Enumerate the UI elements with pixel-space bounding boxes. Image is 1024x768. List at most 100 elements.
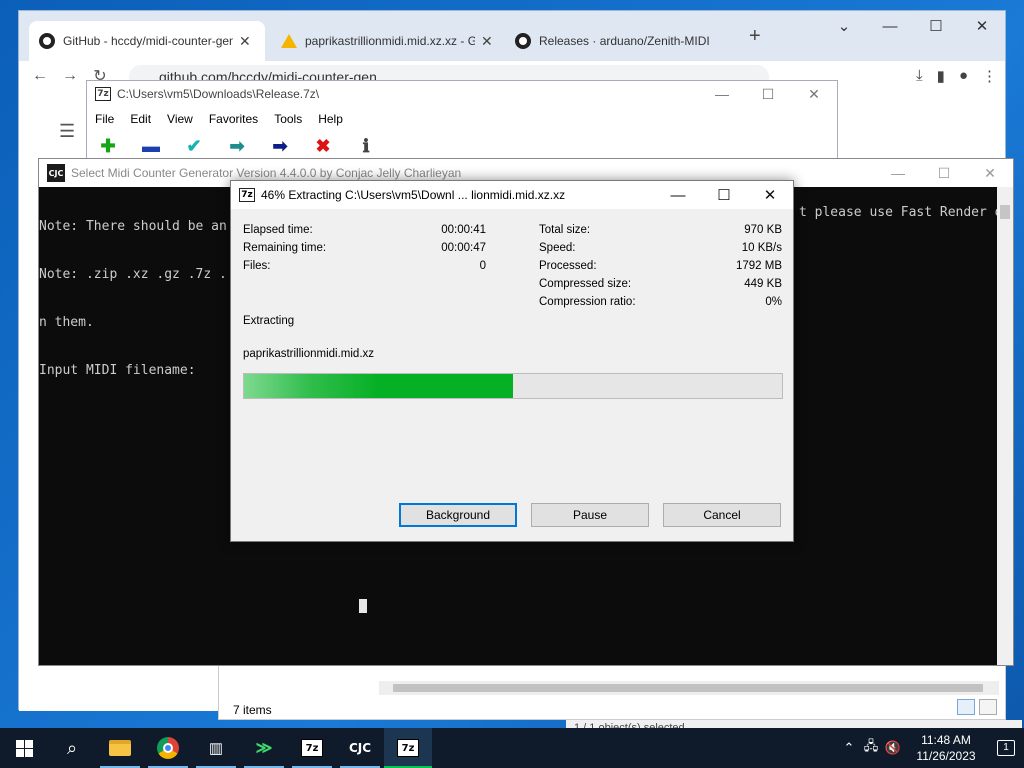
7zip-explorer-pane: 7 items xyxy=(218,660,1006,720)
cancel-button[interactable]: Cancel xyxy=(663,503,781,527)
notification-count: 1 xyxy=(997,740,1015,756)
side-panel-icon[interactable]: ▮ xyxy=(937,67,945,85)
hamburger-icon[interactable]: ☰ xyxy=(59,121,75,142)
add-icon[interactable]: ✚ xyxy=(97,136,119,157)
menu-tools[interactable]: Tools xyxy=(274,112,302,126)
compressed-size-row: Compressed size: 449 KB xyxy=(539,278,782,290)
delete-icon[interactable]: ✖ xyxy=(312,136,334,157)
clock[interactable]: 11:48 AM 11/26/2023 xyxy=(904,732,988,764)
menu-favorites[interactable]: Favorites xyxy=(209,112,258,126)
console-window-controls: — ☐ ✕ xyxy=(875,159,1013,187)
info-icon[interactable]: ℹ xyxy=(355,136,377,157)
tab-search-icon[interactable]: ⌄ xyxy=(821,11,867,41)
github-icon xyxy=(39,33,55,49)
system-tray: ⌃ 🖧 🔇 11:48 AM 11/26/2023 1 xyxy=(838,728,1024,768)
minimize-icon[interactable]: — xyxy=(867,11,913,41)
extract-icon[interactable]: ▬ xyxy=(140,136,162,157)
vertical-scrollbar[interactable] xyxy=(997,187,1013,665)
menu-icon[interactable]: ⋮ xyxy=(982,67,997,85)
scroll-thumb[interactable] xyxy=(1000,205,1010,219)
move-icon[interactable]: ➡ xyxy=(269,136,291,157)
network-icon[interactable]: 🖧 xyxy=(860,737,882,759)
menu-help[interactable]: Help xyxy=(318,112,343,126)
horizontal-scrollbar[interactable] xyxy=(379,681,999,695)
chrome-window-controls: ⌄ — ☐ ✕ xyxy=(821,11,1005,41)
7zip-icon: 7z xyxy=(95,87,111,101)
compressed-size-label: Compressed size: xyxy=(539,278,632,290)
elapsed-time-value: 00:00:41 xyxy=(441,224,486,236)
details-view-icon[interactable] xyxy=(957,699,975,715)
taskbar-file-explorer[interactable] xyxy=(96,728,144,768)
chrome-icon xyxy=(157,737,179,759)
dialog-window-controls: — ☐ ✕ xyxy=(655,181,793,209)
close-icon[interactable]: ✕ xyxy=(959,11,1005,41)
github-icon xyxy=(515,33,531,49)
7zip-file-manager-window: 7z C:\Users\vm5\Downloads\Release.7z\ — … xyxy=(86,80,838,160)
chevron-up-icon[interactable]: ⌃ xyxy=(838,740,860,756)
elapsed-time-row: Elapsed time: 00:00:41 xyxy=(243,224,486,236)
download-icon[interactable]: ⤓ xyxy=(916,67,923,85)
compression-ratio-label: Compression ratio: xyxy=(539,296,636,308)
taskbar-midi-app[interactable]: ▥ xyxy=(192,728,240,768)
tab-github-midi-counter[interactable]: GitHub - hccdy/midi-counter-gen ✕ xyxy=(29,21,265,61)
taskbar-chrome[interactable] xyxy=(144,728,192,768)
volume-muted-icon[interactable]: 🔇 xyxy=(882,740,904,756)
maximize-icon[interactable]: ☐ xyxy=(745,81,791,107)
google-drive-icon xyxy=(281,33,297,49)
notification-button[interactable]: 1 xyxy=(988,728,1024,768)
close-icon[interactable]: ✕ xyxy=(239,33,251,50)
maximize-icon[interactable]: ☐ xyxy=(701,181,747,209)
extraction-progress-bar xyxy=(243,373,783,399)
7zip-icon: 7z xyxy=(397,739,419,757)
total-size-label: Total size: xyxy=(539,224,591,236)
list-view-icon[interactable] xyxy=(979,699,997,715)
fm-menu-bar: File Edit View Favorites Tools Help xyxy=(87,107,837,131)
tab-title: paprikastrillionmidi.mid.xz.xz - G xyxy=(305,34,475,48)
maximize-icon[interactable]: ☐ xyxy=(921,159,967,187)
menu-edit[interactable]: Edit xyxy=(130,112,151,126)
items-count: 7 items xyxy=(233,703,272,717)
scroll-thumb[interactable] xyxy=(393,684,983,692)
back-icon[interactable]: ← xyxy=(25,67,55,85)
taskbar-7zip-extract[interactable]: 7z xyxy=(384,728,432,768)
cjc-icon: CJC xyxy=(348,741,372,755)
forward-icon[interactable]: → xyxy=(55,67,85,85)
background-button[interactable]: Background xyxy=(399,503,517,527)
tab-strip: GitHub - hccdy/midi-counter-gen ✕ paprik… xyxy=(19,11,1005,61)
tab-google-drive[interactable]: paprikastrillionmidi.mid.xz.xz - G ✕ xyxy=(271,21,503,61)
taskbar-zenith[interactable]: ≫ xyxy=(240,728,288,768)
current-file-name: paprikastrillionmidi.mid.xz xyxy=(243,348,375,360)
7zip-icon: 7z xyxy=(301,739,323,757)
menu-view[interactable]: View xyxy=(167,112,193,126)
copy-icon[interactable]: ➡ xyxy=(226,136,248,157)
close-icon[interactable]: ✕ xyxy=(747,181,793,209)
maximize-icon[interactable]: ☐ xyxy=(913,11,959,41)
close-icon[interactable]: ✕ xyxy=(967,159,1013,187)
processed-value: 1792 MB xyxy=(735,260,782,272)
close-icon[interactable]: ✕ xyxy=(481,33,493,50)
start-button[interactable] xyxy=(0,728,48,768)
new-tab-icon[interactable]: + xyxy=(749,25,761,48)
speed-label: Speed: xyxy=(539,242,576,254)
minimize-icon[interactable]: — xyxy=(655,181,701,209)
test-icon[interactable]: ✔ xyxy=(183,136,205,157)
taskbar-7zip-manager[interactable]: 7z xyxy=(288,728,336,768)
search-icon[interactable]: ⌕ xyxy=(48,728,96,768)
console-line-fragment: t please use Fast Render o xyxy=(799,205,999,220)
files-value: 0 xyxy=(479,260,486,272)
profile-icon[interactable]: ● xyxy=(959,67,968,85)
console-title: Select Midi Counter Generator Version 4.… xyxy=(71,166,462,180)
operation-status: Extracting xyxy=(243,315,295,327)
taskbar: ⌕ ▥ ≫ 7z CJC 7z ⌃ 🖧 🔇 11:48 AM 11/26/202… xyxy=(0,728,1024,768)
taskbar-cjc-console[interactable]: CJC xyxy=(336,728,384,768)
pause-button[interactable]: Pause xyxy=(531,503,649,527)
files-row: Files: 0 xyxy=(243,260,486,272)
minimize-icon[interactable]: — xyxy=(699,81,745,107)
menu-file[interactable]: File xyxy=(95,112,114,126)
remaining-time-label: Remaining time: xyxy=(243,242,327,254)
close-icon[interactable]: ✕ xyxy=(791,81,837,107)
minimize-icon[interactable]: — xyxy=(875,159,921,187)
tab-title: GitHub - hccdy/midi-counter-gen xyxy=(63,34,233,48)
windows-icon xyxy=(15,739,33,757)
tab-zenith-releases[interactable]: Releases · arduano/Zenith-MIDI xyxy=(505,21,745,61)
